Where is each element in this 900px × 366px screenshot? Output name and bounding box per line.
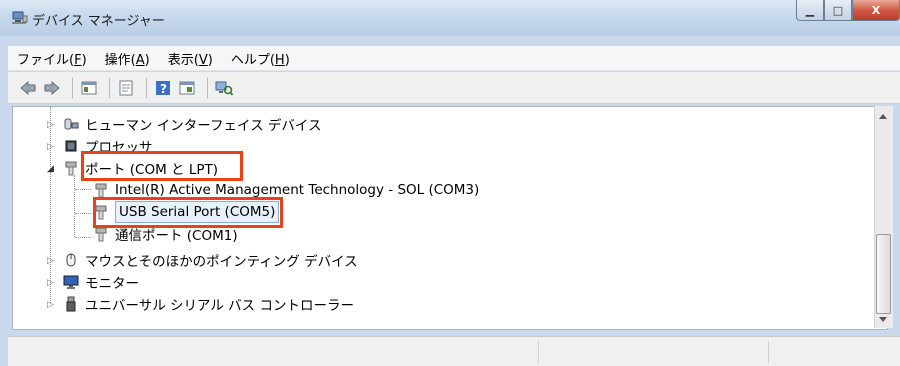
maximize-button[interactable]: □ — [824, 0, 852, 21]
tree-item-label: ユニバーサル シリアル バス コントローラー — [85, 298, 354, 314]
scan-hardware-icon[interactable] — [214, 78, 234, 98]
menu-file[interactable]: ファイル(F) — [8, 49, 96, 68]
device-manager-window: デバイス マネージャー ▁ □ X ファイル(F) 操作(A) 表示(V) ヘル… — [0, 0, 900, 366]
caption-buttons: ▁ □ X — [796, 0, 900, 22]
menu-help-label: ヘルプ — [230, 52, 270, 68]
tree-line — [75, 189, 91, 190]
minimize-button[interactable]: ▁ — [796, 0, 824, 21]
hid-icon — [64, 118, 79, 130]
expand-arrow-icon[interactable]: ▷ — [47, 301, 55, 310]
device-manager-icon — [12, 11, 28, 24]
expand-arrow-icon[interactable]: ▷ — [47, 257, 55, 266]
menu-file-label: ファイル — [17, 52, 70, 68]
expand-arrow-icon[interactable]: ▷ — [47, 143, 55, 152]
title-bar[interactable]: デバイス マネージャー ▁ □ X — [0, 0, 900, 36]
menu-action-label: 操作 — [104, 52, 131, 68]
tree-item-label: ヒューマン インターフェイス デバイス — [85, 118, 322, 134]
menu-action-key: A — [135, 52, 145, 68]
tree-item-mouse[interactable]: マウスとそのほかのポインティング デバイス — [63, 249, 358, 271]
help-icon[interactable]: ? — [153, 78, 173, 98]
collapse-arrow-icon[interactable]: ◢ — [47, 165, 55, 174]
mouse-icon — [66, 253, 76, 267]
window-title: デバイス マネージャー — [32, 14, 165, 29]
tree-line — [74, 175, 75, 237]
toolbar-separator — [72, 77, 73, 98]
menu-view[interactable]: 表示(V) — [159, 49, 222, 68]
tree-line — [75, 213, 91, 214]
tree-item-hid[interactable]: ヒューマン インターフェイス デバイス — [63, 113, 321, 135]
toolbar: ? — [8, 72, 900, 104]
expand-arrow-icon[interactable]: ▷ — [47, 121, 55, 130]
scroll-up-arrow-icon[interactable] — [879, 114, 887, 119]
close-button[interactable]: X — [852, 0, 900, 21]
tree-line — [75, 237, 91, 238]
tree-item-label: Intel(R) Active Management Technology - … — [115, 182, 480, 198]
port-icon — [95, 183, 107, 198]
device-tree[interactable]: ▷ ▷ ◢ ▷ ▷ ▷ ヒューマン インターフェイス デバイス プロセッサ ポー… — [12, 106, 888, 330]
menu-help-key: H — [274, 52, 285, 68]
tree-item-monitor[interactable]: モニター — [63, 271, 139, 293]
highlight-box-usb-serial — [93, 197, 283, 228]
menu-view-label: 表示 — [167, 52, 194, 68]
forward-icon[interactable] — [42, 78, 62, 98]
toolbar-separator — [109, 77, 110, 98]
status-bar-divider — [768, 341, 769, 363]
menu-action[interactable]: 操作(A) — [96, 49, 159, 68]
vertical-scrollbar[interactable] — [874, 106, 893, 328]
toolbar-separator — [146, 77, 147, 98]
tree-item-usb-controller[interactable]: ユニバーサル シリアル バス コントローラー — [63, 293, 354, 315]
svg-text:?: ? — [160, 82, 167, 96]
processor-icon — [65, 140, 77, 152]
usb-icon — [66, 296, 76, 312]
scroll-down-arrow-icon[interactable] — [879, 317, 887, 322]
scrollbar-thumb[interactable] — [876, 234, 891, 314]
highlight-box-ports — [81, 151, 243, 181]
back-icon[interactable] — [18, 78, 38, 98]
menu-bar: ファイル(F) 操作(A) 表示(V) ヘルプ(H) — [8, 46, 900, 71]
tree-line — [50, 107, 51, 303]
menu-file-key: F — [74, 52, 82, 68]
monitor-icon — [63, 275, 79, 289]
status-bar-divider — [538, 341, 539, 363]
console-tree-icon[interactable] — [79, 78, 99, 98]
view-icon[interactable] — [177, 78, 197, 98]
expand-arrow-icon[interactable]: ▷ — [47, 279, 55, 288]
port-icon — [65, 161, 77, 176]
port-icon — [95, 227, 107, 242]
menu-view-key: V — [198, 52, 208, 68]
tree-item-label: モニター — [85, 276, 139, 292]
toolbar-separator — [207, 77, 208, 98]
status-bar — [8, 336, 900, 366]
properties-icon[interactable] — [116, 78, 136, 98]
tree-item-label: マウスとそのほかのポインティング デバイス — [85, 254, 358, 270]
menu-help[interactable]: ヘルプ(H) — [222, 49, 299, 68]
